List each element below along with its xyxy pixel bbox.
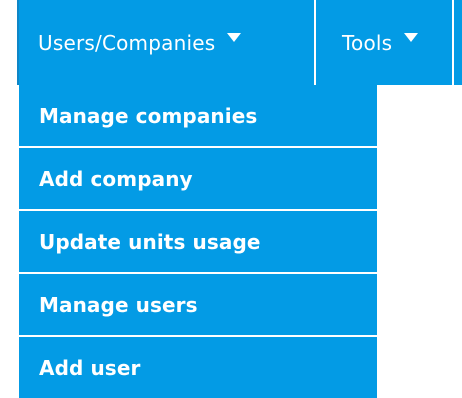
users-companies-dropdown: Manage companies Add company Update unit… [19,85,377,398]
dropdown-item-add-company[interactable]: Add company [19,148,377,211]
dropdown-item-update-units-usage[interactable]: Update units usage [19,211,377,274]
chevron-down-icon [404,33,419,42]
dropdown-item-manage-users[interactable]: Manage users [19,274,377,337]
menu-users-companies[interactable]: Users/Companies [17,0,313,85]
chevron-down-icon [227,33,242,42]
dropdown-item-add-user[interactable]: Add user [19,337,377,398]
menu-users-companies-label: Users/Companies [38,30,216,55]
menu-tools[interactable]: Tools [320,0,454,85]
menu-divider [314,0,316,85]
menu-tools-label: Tools [342,30,393,55]
menu-divider [452,0,454,85]
dropdown-item-manage-companies[interactable]: Manage companies [19,85,377,148]
